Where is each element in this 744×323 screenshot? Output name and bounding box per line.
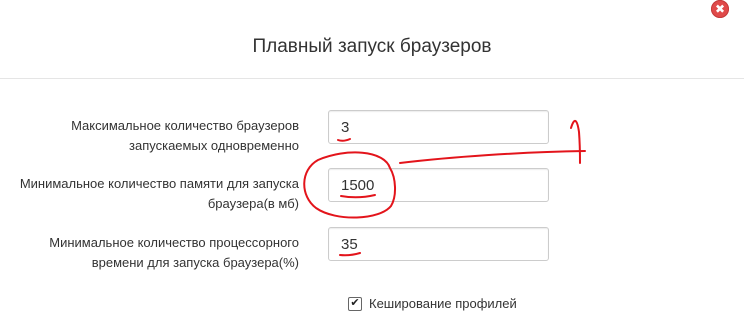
min-memory-label: Минимальное количество памяти для запуск…: [0, 174, 299, 214]
min-cpu-input[interactable]: [328, 227, 549, 261]
pointer-line: [399, 150, 586, 164]
min-memory-label-line1: Минимальное количество памяти для запуск…: [19, 176, 299, 191]
header-divider: [0, 78, 744, 79]
profile-cache-label: Кеширование профилей: [369, 296, 517, 311]
min-memory-input[interactable]: [328, 168, 549, 202]
min-cpu-label: Минимальное количество процессорного вре…: [0, 233, 299, 273]
min-cpu-label-line1: Минимальное количество процессорного: [49, 235, 299, 250]
dialog-title: Плавный запуск браузеров: [252, 36, 492, 57]
max-browsers-label-line1: Максимальное количество браузеров: [71, 118, 299, 133]
close-icon: ✖: [714, 2, 726, 16]
checkmark-icon: ✔: [350, 297, 360, 309]
profile-cache-checkbox[interactable]: ✔: [348, 296, 362, 311]
vertical-stroke: [570, 120, 581, 164]
max-browsers-label-line2: запускаемых одновременно: [129, 138, 299, 153]
min-cpu-label-line2: времени для запуска браузера(%): [91, 255, 299, 270]
profile-cache-row[interactable]: ✔ Кеширование профилей: [348, 296, 517, 311]
min-memory-label-line2: браузера(в мб): [207, 196, 299, 211]
close-button[interactable]: ✖: [711, 0, 729, 18]
max-browsers-label: Максимальное количество браузеров запуск…: [0, 116, 299, 156]
max-browsers-input[interactable]: [328, 110, 549, 144]
